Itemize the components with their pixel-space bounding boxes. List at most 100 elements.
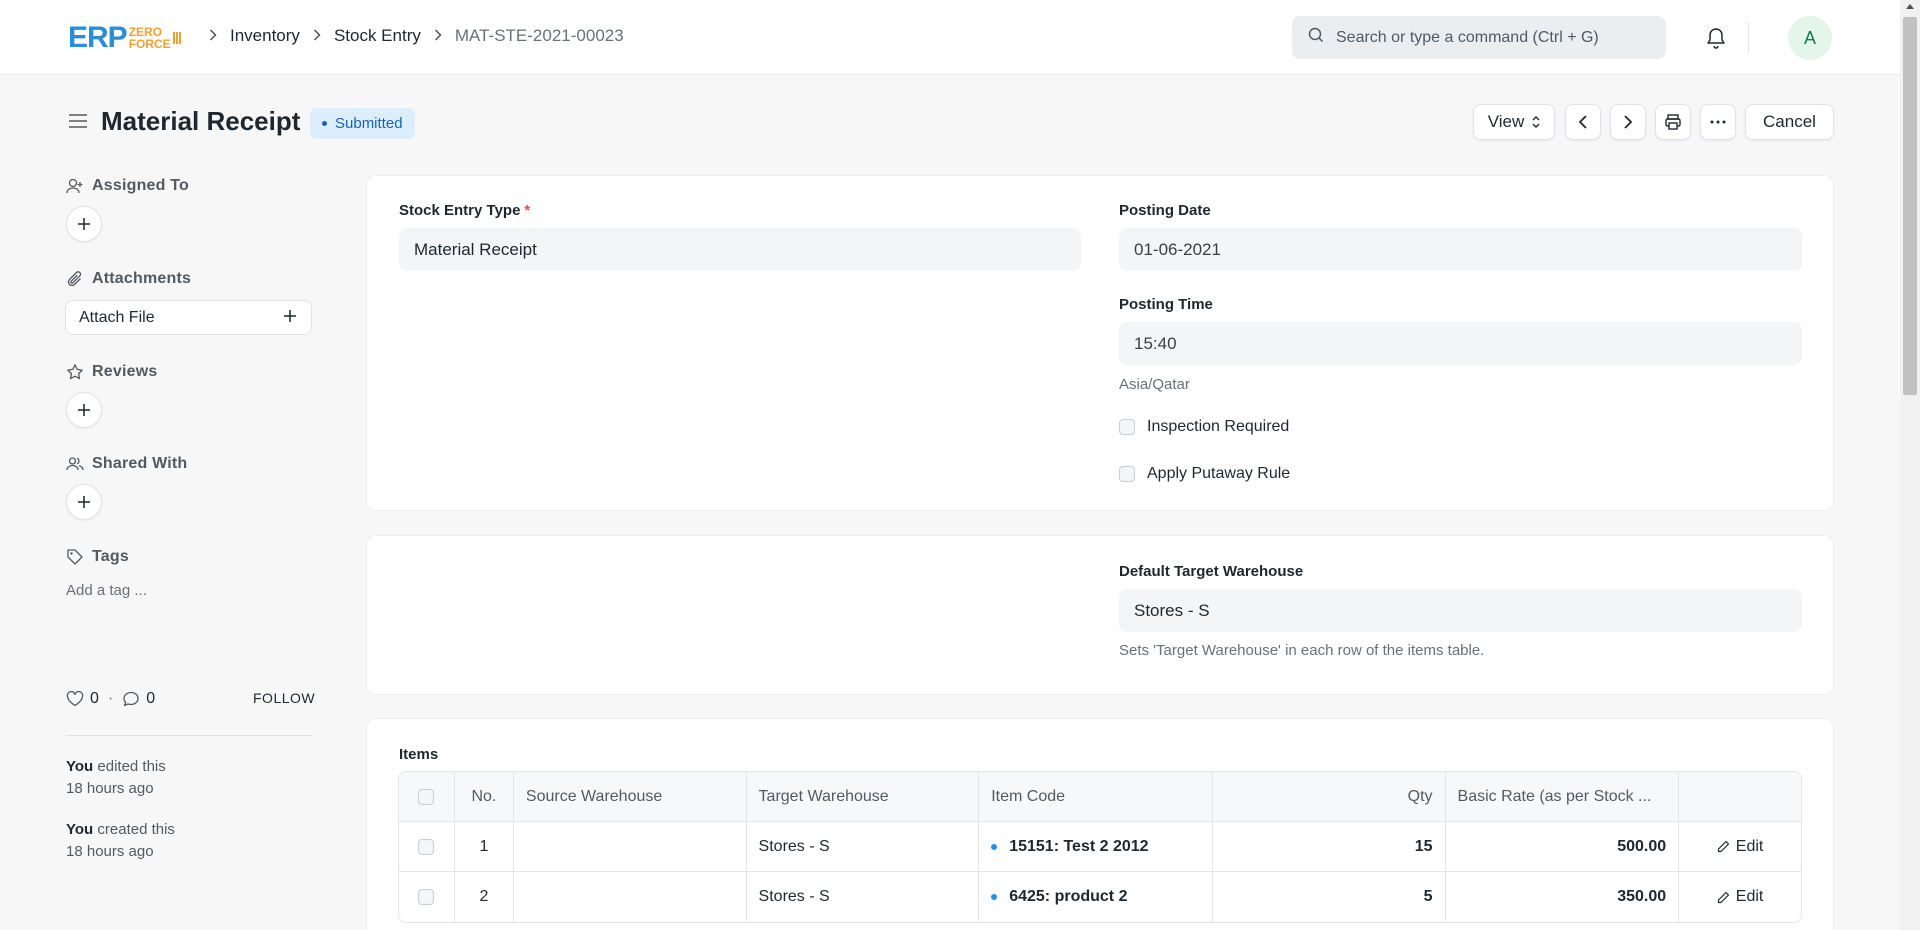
items-table: No. Source Warehouse Target Warehouse It… <box>398 771 1802 923</box>
logo-bars-icon <box>172 32 181 44</box>
notification-bell-icon[interactable] <box>1705 26 1727 55</box>
default-target-warehouse-field[interactable]: Stores - S <box>1119 589 1802 632</box>
row-target-warehouse[interactable]: Stores - S <box>747 872 980 922</box>
sidebar-divider <box>66 735 312 736</box>
breadcrumb-inventory[interactable]: Inventory <box>230 26 300 46</box>
updown-chevron-icon <box>1532 115 1540 129</box>
attach-file-label: Attach File <box>79 308 155 326</box>
chevron-right-icon <box>434 28 442 45</box>
apply-putaway-rule-checkbox[interactable] <box>1119 466 1135 482</box>
logo-main: ERP <box>68 21 128 54</box>
activity-item: You created this 18 hours ago <box>66 819 175 863</box>
page-title: Material Receipt <box>101 106 301 136</box>
row-checkbox[interactable] <box>418 838 435 855</box>
search-icon <box>1308 27 1324 48</box>
cancel-button[interactable]: Cancel <box>1745 104 1834 140</box>
ellipsis-icon <box>1710 120 1726 124</box>
items-title: Items <box>399 746 439 763</box>
row-source-warehouse[interactable] <box>514 822 747 871</box>
edit-label: Edit <box>1735 888 1764 905</box>
plus-icon <box>77 217 91 231</box>
tag-icon <box>66 548 84 571</box>
add-review-button[interactable] <box>66 392 102 428</box>
search-bar[interactable] <box>1292 16 1666 59</box>
heart-icon[interactable] <box>66 691 84 707</box>
search-input[interactable] <box>1336 28 1656 47</box>
follow-button[interactable]: FOLLOW <box>253 690 315 706</box>
likes-count: 0 <box>90 690 99 707</box>
chevron-right-icon <box>209 28 217 45</box>
sidebar-toggle-icon[interactable] <box>68 113 88 134</box>
row-source-warehouse[interactable] <box>514 872 747 922</box>
more-actions-button[interactable] <box>1700 104 1736 140</box>
row-qty[interactable]: 15 <box>1213 822 1446 871</box>
timezone-text: Asia/Qatar <box>1119 376 1190 393</box>
add-tag-link[interactable]: Add a tag ... <box>66 582 147 599</box>
posting-time-label: Posting Time <box>1119 296 1213 313</box>
select-all-checkbox[interactable] <box>418 788 435 805</box>
status-text: Submitted <box>335 115 403 132</box>
stock-entry-type-field[interactable]: Material Receipt <box>399 228 1081 271</box>
row-basic-rate[interactable]: 350.00 <box>1446 872 1680 922</box>
comment-icon[interactable] <box>122 691 140 707</box>
add-share-button[interactable] <box>66 484 102 520</box>
activity-action: created this <box>93 821 175 838</box>
inspection-required-checkbox[interactable] <box>1119 419 1135 435</box>
row-basic-rate[interactable]: 500.00 <box>1446 822 1680 871</box>
default-target-warehouse-help: Sets 'Target Warehouse' in each row of t… <box>1119 642 1485 659</box>
row-no: 1 <box>455 822 514 871</box>
attach-file-button[interactable]: Attach File <box>65 300 312 335</box>
breadcrumb-stock-entry[interactable]: Stock Entry <box>334 26 421 46</box>
print-button[interactable] <box>1655 104 1691 140</box>
erp-logo[interactable]: ERP ZERO FORCE <box>68 23 181 53</box>
posting-date-field[interactable]: 01-06-2021 <box>1119 228 1802 271</box>
row-no: 2 <box>455 872 514 922</box>
item-status-dot <box>991 843 998 850</box>
activity-when: 18 hours ago <box>66 843 154 860</box>
previous-doc-button[interactable] <box>1565 104 1601 140</box>
next-doc-button[interactable] <box>1610 104 1646 140</box>
posting-date-label: Posting Date <box>1119 202 1211 219</box>
reviews-label: Reviews <box>92 363 158 380</box>
row-item-code-cell[interactable]: 6425: product 2 <box>979 872 1213 922</box>
row-qty[interactable]: 5 <box>1213 872 1446 922</box>
header-actions <box>1679 772 1801 821</box>
row-checkbox[interactable] <box>418 889 435 905</box>
view-button[interactable]: View <box>1473 104 1555 140</box>
details-section: Stock Entry Type * Material Receipt Posti… <box>366 175 1834 511</box>
page-scrollbar[interactable] <box>1900 0 1920 930</box>
posting-time-field[interactable]: 15:40 <box>1119 322 1802 365</box>
row-checkbox-cell <box>399 872 455 922</box>
assigned-to-label: Assigned To <box>92 177 190 194</box>
required-marker: * <box>524 202 531 219</box>
warehouse-section: Default Target Warehouse Stores - S Sets… <box>366 535 1834 695</box>
breadcrumb-current: MAT-STE-2021-00023 <box>454 26 624 45</box>
item-status-dot <box>991 894 998 900</box>
header-no: No. <box>455 772 514 821</box>
navbar: ERP ZERO FORCE Inventory Stock Entry MAT… <box>0 0 1900 75</box>
apply-putaway-rule-row[interactable]: Apply Putaway Rule <box>1119 465 1290 483</box>
shared-with-label: Shared With <box>92 455 188 472</box>
chevron-right-icon <box>313 28 321 45</box>
star-icon <box>66 363 84 386</box>
scroll-up-icon[interactable] <box>1906 4 1914 9</box>
scroll-thumb[interactable] <box>1903 17 1917 395</box>
items-section: Items No. Source Warehouse Target Wareho… <box>366 718 1834 930</box>
inspection-required-row[interactable]: Inspection Required <box>1119 418 1289 436</box>
add-assignment-button[interactable] <box>66 206 102 242</box>
chevron-right-icon <box>1623 114 1633 130</box>
row-edit-cell: Edit <box>1679 872 1801 922</box>
table-row[interactable]: 2 Stores - S 6425: product 2 5 350.00 Ed… <box>399 872 1801 922</box>
user-avatar[interactable]: A <box>1788 16 1832 60</box>
row-item-code-cell[interactable]: 15151: Test 2 2012 <box>979 822 1213 871</box>
logo-sub: ZERO FORCE <box>129 26 171 50</box>
table-row[interactable]: 1 Stores - S 15151: Test 2 2012 15 500.0… <box>399 822 1801 872</box>
pencil-icon <box>1717 840 1729 853</box>
likes-comments: 0 · 0 <box>66 690 155 708</box>
row-edit-button[interactable]: Edit <box>1717 888 1764 906</box>
view-label: View <box>1487 112 1525 131</box>
row-edit-button[interactable]: Edit <box>1717 838 1763 856</box>
activity-who: You <box>66 758 94 775</box>
row-target-warehouse[interactable]: Stores - S <box>747 822 980 871</box>
pencil-icon <box>1717 891 1729 903</box>
